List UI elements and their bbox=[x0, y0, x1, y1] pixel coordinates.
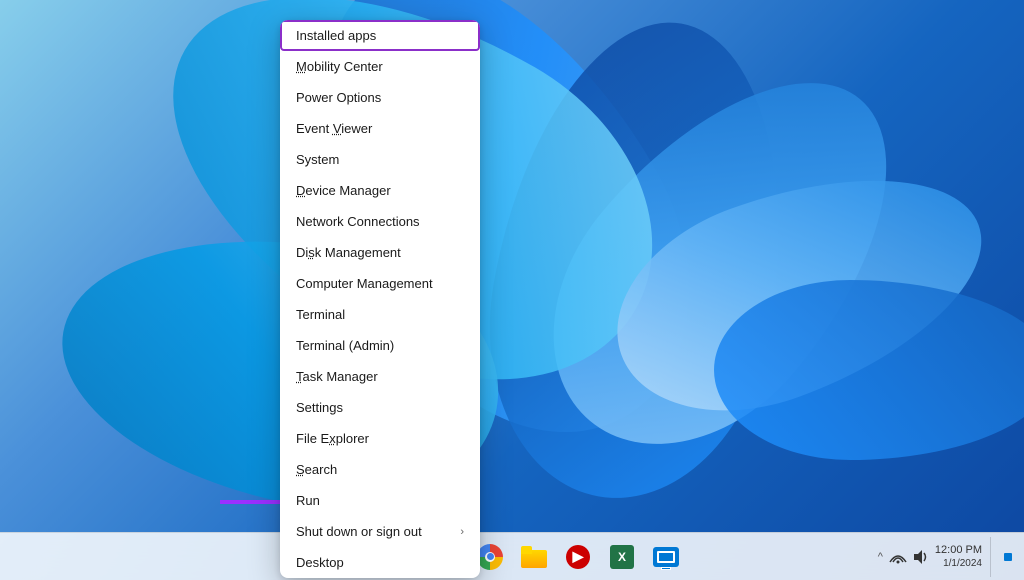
menu-item-installed-apps[interactable]: Installed apps bbox=[280, 20, 480, 51]
menu-item-device-manager[interactable]: Device Manager bbox=[280, 175, 480, 206]
excel-icon: X bbox=[610, 545, 634, 569]
context-menu: Installed apps Mobility Center Power Opt… bbox=[280, 20, 480, 578]
tray-chevron-icon[interactable]: ^ bbox=[878, 551, 883, 563]
wallpaper bbox=[0, 0, 1024, 580]
time-display: 12:00 PM bbox=[935, 543, 982, 557]
menu-item-run[interactable]: Run bbox=[280, 485, 480, 516]
menu-item-shut-down[interactable]: Shut down or sign out › bbox=[280, 516, 480, 547]
tray-divider bbox=[990, 537, 996, 577]
rdp-icon bbox=[653, 547, 679, 567]
menu-item-search[interactable]: Search bbox=[280, 454, 480, 485]
menu-item-mobility-center[interactable]: Mobility Center bbox=[280, 51, 480, 82]
menu-item-computer-management[interactable]: Computer Management bbox=[280, 268, 480, 299]
excel-button[interactable]: X bbox=[602, 537, 642, 577]
taskbar: ▶ X ^ bbox=[0, 532, 1024, 580]
date-display: 1/1/2024 bbox=[935, 557, 982, 570]
clock[interactable]: 12:00 PM 1/1/2024 bbox=[935, 543, 982, 570]
menu-item-event-viewer[interactable]: Event Viewer bbox=[280, 113, 480, 144]
desktop: Installed apps Mobility Center Power Opt… bbox=[0, 0, 1024, 580]
mail-icon: ▶ bbox=[566, 545, 590, 569]
volume-icon[interactable] bbox=[913, 548, 929, 566]
chrome-icon bbox=[477, 544, 503, 570]
menu-item-system[interactable]: System bbox=[280, 144, 480, 175]
folder-icon bbox=[521, 546, 547, 568]
file-explorer-button[interactable] bbox=[514, 537, 554, 577]
system-tray: ^ 12:00 PM 1/1/2024 bbox=[878, 537, 1012, 577]
menu-item-disk-management[interactable]: Disk Management bbox=[280, 237, 480, 268]
menu-item-task-manager[interactable]: Task Manager bbox=[280, 361, 480, 392]
network-icon[interactable] bbox=[889, 548, 907, 566]
menu-item-power-options[interactable]: Power Options bbox=[280, 82, 480, 113]
menu-item-terminal[interactable]: Terminal bbox=[280, 299, 480, 330]
menu-item-network-connections[interactable]: Network Connections bbox=[280, 206, 480, 237]
mail-button[interactable]: ▶ bbox=[558, 537, 598, 577]
notification-dot[interactable] bbox=[1004, 553, 1012, 561]
submenu-arrow-icon: › bbox=[460, 526, 464, 538]
menu-item-file-explorer[interactable]: File Explorer bbox=[280, 423, 480, 454]
menu-item-desktop[interactable]: Desktop bbox=[280, 547, 480, 578]
menu-item-terminal-admin[interactable]: Terminal (Admin) bbox=[280, 330, 480, 361]
menu-item-settings[interactable]: Settings bbox=[280, 392, 480, 423]
rdp-button[interactable] bbox=[646, 537, 686, 577]
